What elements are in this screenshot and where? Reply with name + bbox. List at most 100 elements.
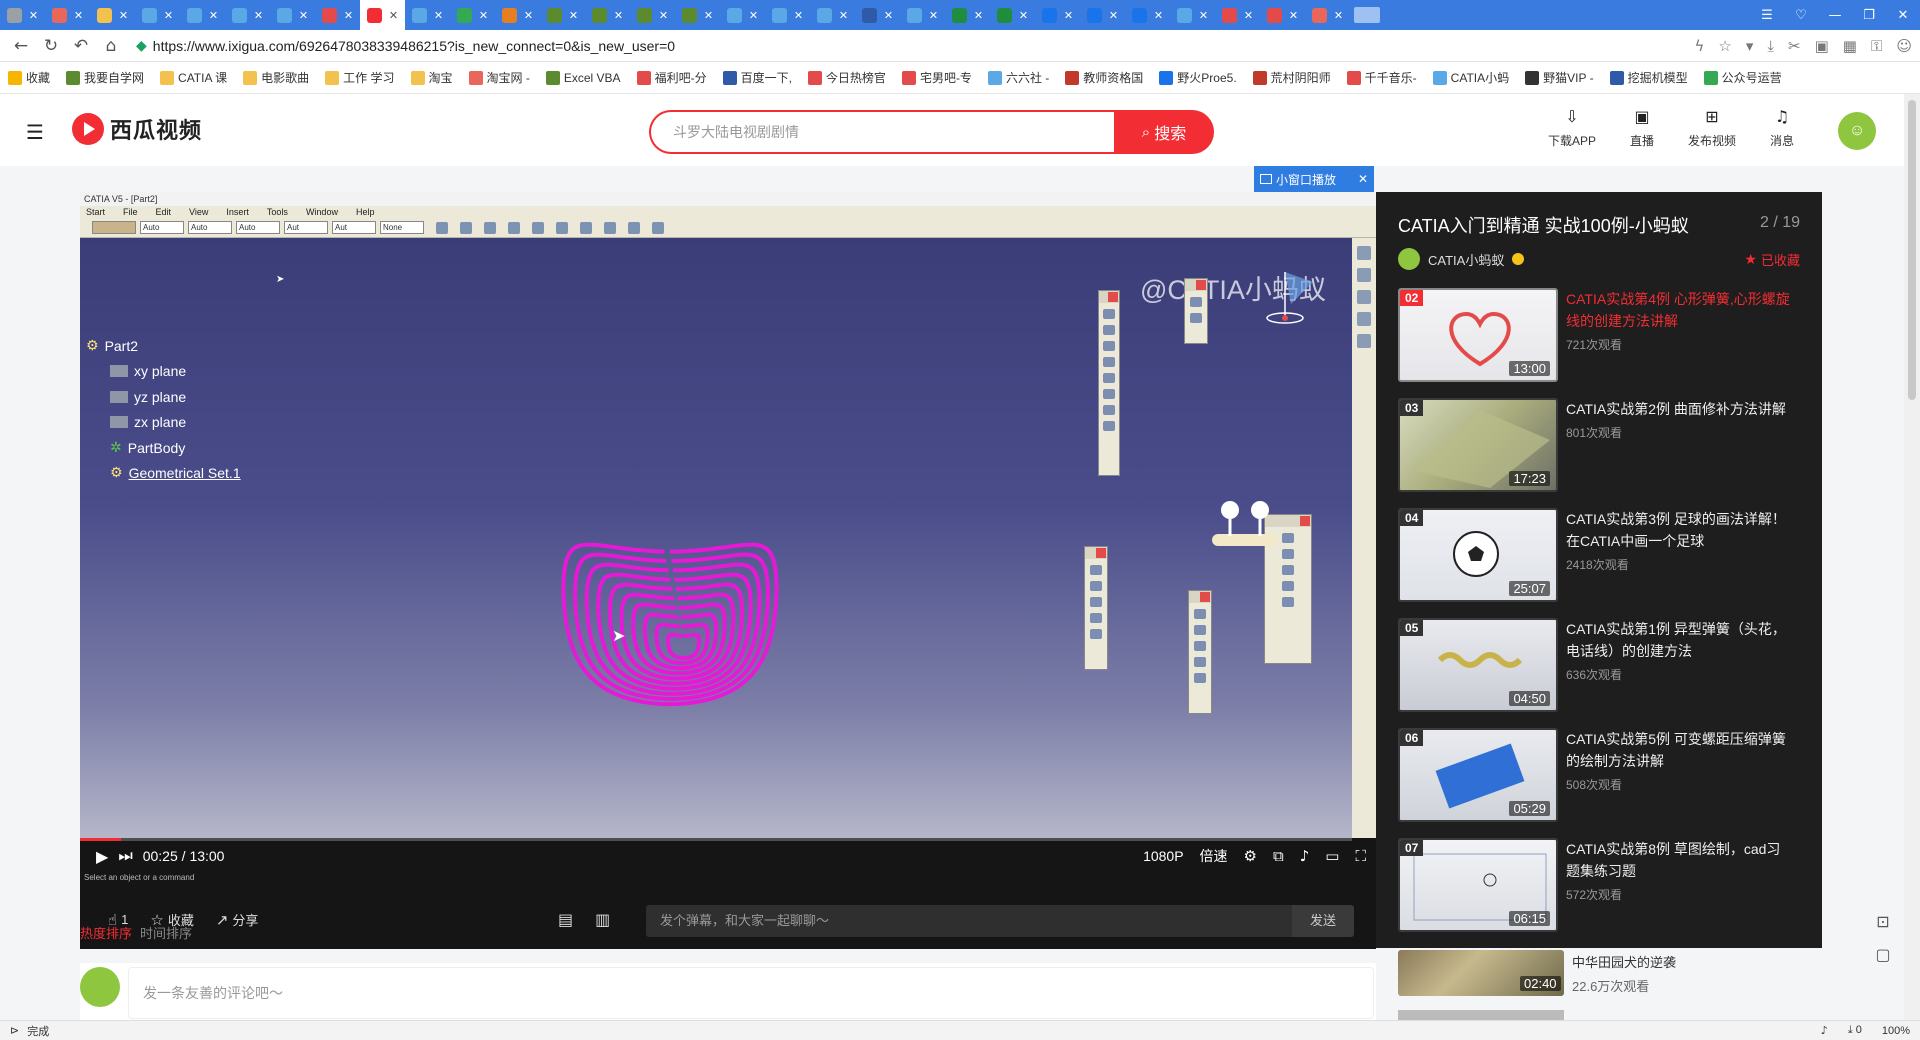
shirt-icon[interactable]: ♡ (1784, 8, 1818, 23)
download-icon[interactable]: ⤓ (1767, 37, 1774, 55)
user-avatar[interactable]: ☺ (1838, 112, 1876, 150)
bookmark-item[interactable]: 今日热榜官 (807, 69, 886, 86)
bookmark-item[interactable]: 千千音乐- (1346, 69, 1417, 86)
tab-close-icon[interactable]: ✕ (1244, 9, 1253, 22)
tab-close-icon[interactable]: ✕ (1064, 9, 1073, 22)
tab-close-icon[interactable]: ✕ (1019, 9, 1028, 22)
bookmark-item[interactable]: 收藏 (8, 69, 50, 86)
tree-item-zx-plane[interactable]: zx plane (110, 410, 241, 436)
emoji-icon[interactable]: ☺ (1896, 37, 1912, 55)
search-button[interactable]: ⌕ 搜索 (1114, 110, 1214, 154)
bookmark-item[interactable]: 公众号运营 (1703, 69, 1782, 86)
bookmark-item[interactable]: 野猫VIP - (1525, 69, 1594, 86)
bookmark-item[interactable]: CATIA小蚂 (1432, 69, 1509, 86)
browser-tab[interactable]: ✕ (270, 0, 315, 30)
minimize-icon[interactable]: — (1818, 8, 1852, 23)
tab-close-icon[interactable]: ✕ (1334, 9, 1343, 22)
tab-close-icon[interactable]: ✕ (704, 9, 713, 22)
bookmark-item[interactable]: 工作 学习 (325, 69, 395, 86)
bookmark-item[interactable]: 野火Proe5. (1159, 69, 1237, 86)
browser-tab[interactable]: ✕ (945, 0, 990, 30)
browser-tab[interactable]: ✕ (315, 0, 360, 30)
browser-tab[interactable]: ✕ (135, 0, 180, 30)
playlist-item[interactable]: 07 06:15 CATIA实战第8例 草图绘制，cad习题集练习题 572次观看 (1398, 838, 1800, 948)
dropdown-icon[interactable]: ▾ (1746, 37, 1754, 55)
tab-close-icon[interactable]: ✕ (794, 9, 803, 22)
scrollbar-thumb[interactable] (1908, 100, 1916, 400)
browser-tab[interactable]: ✕ (1170, 0, 1215, 30)
speed-selector[interactable]: 倍速 (1200, 846, 1228, 866)
url-field[interactable]: ◆ https://www.ixigua.com/692647803833948… (136, 38, 675, 54)
fullscreen-icon[interactable]: ⛶ (1355, 847, 1366, 865)
video-player[interactable]: CATIA V5 - [Part2] Start File Edit View Inse… (80, 192, 1376, 893)
tab-close-icon[interactable]: ✕ (974, 9, 983, 22)
lightning-icon[interactable]: ϟ (1694, 37, 1704, 55)
playlist-item[interactable]: 06 05:29 CATIA实战第5例 可变螺距压缩弹簧的绘制方法讲解 508次观看 (1398, 728, 1800, 838)
scissors-icon[interactable]: ✂ (1788, 37, 1801, 55)
maximize-icon[interactable]: ❐ (1852, 8, 1886, 23)
browser-tab[interactable]: ✕ (360, 0, 405, 30)
bookmark-item[interactable]: 百度一下, (722, 69, 792, 86)
bookmark-item[interactable]: 福利吧-分 (636, 69, 707, 86)
bookmark-item[interactable]: 教师资格国 (1065, 69, 1143, 86)
widescreen-icon[interactable]: ▭ (1325, 847, 1339, 865)
browser-tab[interactable]: ✕ (180, 0, 225, 30)
quality-selector[interactable]: 1080P (1143, 848, 1183, 864)
reload-icon[interactable]: ↻ (36, 36, 66, 56)
header-action-live[interactable]: ▣ 直播 (1618, 108, 1666, 149)
tree-root[interactable]: ⚙ Part2 (86, 333, 241, 359)
tab-close-icon[interactable]: ✕ (479, 9, 488, 22)
new-tab-button[interactable] (1350, 0, 1384, 30)
tab-close-icon[interactable]: ✕ (1199, 9, 1208, 22)
browser-tab[interactable]: ✕ (1125, 0, 1170, 30)
share-button[interactable]: ↗ 分享 (216, 910, 259, 929)
browser-tab[interactable]: ✕ (1035, 0, 1080, 30)
browser-tab[interactable]: ✕ (630, 0, 675, 30)
home-icon[interactable]: ⌂ (96, 36, 126, 56)
browser-tab[interactable]: ✕ (405, 0, 450, 30)
browser-tab[interactable]: ✕ (855, 0, 900, 30)
playlist-item[interactable]: 05 04:50 CATIA实战第1例 异型弹簧（头花，电话线）的创建方法 636次观… (1398, 618, 1800, 728)
tab-close-icon[interactable]: ✕ (524, 9, 533, 22)
browser-tab[interactable]: ✕ (810, 0, 855, 30)
tree-item-xy-plane[interactable]: xy plane (110, 359, 241, 385)
tab-close-icon[interactable]: ✕ (839, 9, 848, 22)
star-icon[interactable]: ☆ (1718, 37, 1731, 55)
comment-input[interactable]: 发一条友善的评论吧～ (128, 967, 1374, 1019)
bookmark-item[interactable]: 挖掘机模型 (1609, 69, 1688, 86)
recommended-video[interactable]: 02:40 中华田园犬的逆袭 22.6万次观看 (1398, 950, 1798, 1014)
tab-close-icon[interactable]: ✕ (119, 9, 128, 22)
page-scrollbar[interactable] (1904, 94, 1920, 1020)
danmaku-settings-icon[interactable]: ▥ (595, 910, 610, 929)
bookmark-item[interactable]: 淘宝网 - (468, 69, 530, 86)
playlist-favorite-button[interactable]: ★ 已收藏 (1744, 250, 1800, 269)
browser-tab[interactable]: ✕ (90, 0, 135, 30)
browser-tab[interactable]: ✕ (1305, 0, 1350, 30)
tab-close-icon[interactable]: ✕ (434, 9, 443, 22)
next-icon[interactable]: ⏭ (118, 846, 132, 866)
feedback-icon[interactable]: ⊡ (1876, 912, 1889, 931)
browser-tab[interactable]: ✕ (225, 0, 270, 30)
playlist-item[interactable]: 04 25:07 CATIA实战第3例 足球的画法详解！在CATIA中画一个足球 24… (1398, 508, 1800, 618)
tab-close-icon[interactable]: ✕ (164, 9, 173, 22)
tab-close-icon[interactable]: ✕ (614, 9, 623, 22)
sort-hot-tab[interactable]: 热度排序 (80, 923, 132, 942)
url-text[interactable]: https://www.ixigua.com/69264780383394862… (153, 38, 675, 54)
browser-tab[interactable]: ✕ (720, 0, 765, 30)
bookmark-item[interactable]: 荒村阴阳师 (1252, 69, 1331, 86)
tab-close-icon[interactable]: ✕ (389, 9, 398, 22)
grid-icon[interactable]: ▦ (1843, 37, 1857, 55)
menu-icon[interactable]: ☰ (1750, 8, 1784, 23)
tab-close-icon[interactable]: ✕ (1289, 9, 1298, 22)
playlist-author[interactable]: CATIA小蚂蚁 (1398, 248, 1525, 270)
tab-close-icon[interactable]: ✕ (209, 9, 218, 22)
tree-item-partbody[interactable]: ✲ PartBody (110, 435, 241, 461)
browser-tab[interactable]: ✕ (900, 0, 945, 30)
bookmark-item[interactable]: Excel VBA (545, 70, 621, 85)
back-icon[interactable]: ← (6, 36, 36, 56)
volume-status-icon[interactable]: ♪ (1821, 1024, 1828, 1037)
tab-close-icon[interactable]: ✕ (659, 9, 668, 22)
browser-tab[interactable]: ✕ (675, 0, 720, 30)
browser-tab[interactable]: ✕ (495, 0, 540, 30)
volume-icon[interactable]: ♪ (1300, 847, 1310, 865)
